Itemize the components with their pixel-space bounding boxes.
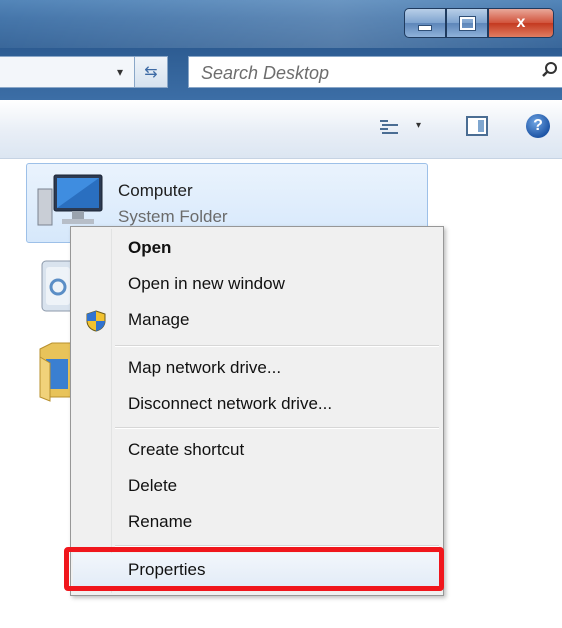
context-menu: Open Open in new window Manage Map netwo… [70,226,444,596]
menu-item-label: Manage [128,310,190,329]
item-subtitle: System Folder [118,207,228,226]
menu-item-create-shortcut[interactable]: Create shortcut [73,433,441,467]
menu-item-label: Map network drive... [128,358,282,377]
chevron-down-icon: ▾ [116,65,124,79]
change-view-icon[interactable] [380,118,398,136]
address-history-dropdown[interactable]: ▾ [106,56,134,88]
minimize-button[interactable] [404,8,446,38]
menu-item-delete[interactable]: Delete [73,469,441,503]
menu-item-label: Open [128,238,172,257]
close-button[interactable]: x [488,8,554,38]
menu-separator [115,427,439,429]
preview-pane-icon[interactable] [466,116,488,136]
menu-item-label: Open in new window [128,274,285,293]
menu-item-label: Disconnect network drive... [128,394,333,413]
navigation-bar: ▾ ⇆ [0,48,562,100]
search-icon[interactable] [541,61,559,84]
menu-item-label: Create shortcut [128,440,245,459]
menu-item-rename[interactable]: Rename [73,505,441,539]
window-title-bar: x [0,0,562,48]
views-dropdown-icon[interactable]: ▾ [416,120,421,131]
menu-item-disconnect-network-drive[interactable]: Disconnect network drive... [73,387,441,421]
maximize-button[interactable] [446,8,488,38]
help-label: ? [533,117,543,134]
menu-item-manage[interactable]: Manage [73,303,441,337]
menu-item-open-new-window[interactable]: Open in new window [73,267,441,301]
item-title: Computer [118,181,193,200]
properties-highlight-annotation [64,547,444,591]
maximize-icon [459,16,475,30]
search-input[interactable] [199,61,503,85]
refresh-button[interactable]: ⇆ [134,56,168,88]
computer-icon [37,174,103,226]
help-icon[interactable]: ? [526,114,550,138]
menu-item-open[interactable]: Open [73,231,441,265]
menu-item-map-network-drive[interactable]: Map network drive... [73,351,441,385]
menu-item-label: Rename [128,512,193,531]
menu-item-label: Delete [128,476,178,495]
minimize-icon [418,25,432,31]
search-box[interactable] [188,56,562,88]
window-controls: x [404,8,554,38]
menu-separator [115,345,439,347]
uac-shield-icon [86,310,106,332]
refresh-icon: ⇆ [144,64,158,81]
command-bar: ▾ ? [0,100,562,159]
close-icon: x [516,14,526,31]
